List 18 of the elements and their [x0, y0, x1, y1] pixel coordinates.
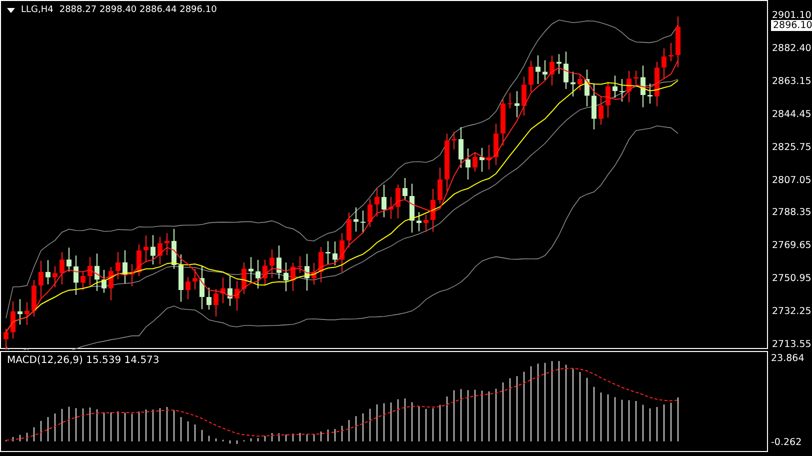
ohlc-values: 2888.27 2898.40 2886.44 2896.10 — [59, 5, 217, 15]
price-tick-label: 2882.40 — [772, 42, 812, 54]
price-tick-label: 2713.55 — [772, 339, 812, 350]
price-tick-label: 2844.45 — [772, 108, 812, 120]
macd-min-label: -0.262 — [771, 437, 803, 448]
macd-title: MACD(12,26,9) 15.539 14.573 — [7, 355, 160, 366]
dropdown-triangle-icon[interactable] — [7, 8, 15, 12]
price-tick-label: 2807.05 — [772, 174, 812, 186]
price-tick-label: 2732.25 — [772, 306, 812, 318]
price-tick-label: 2901.10 — [772, 10, 812, 21]
price-tick-label: 2825.75 — [772, 142, 812, 153]
symbol-label: LLG,H4 — [21, 5, 54, 15]
price-tick-label: 2863.15 — [772, 76, 812, 87]
price-tick-label: 2788.35 — [772, 207, 812, 218]
macd-max-label: 23.864 — [771, 353, 806, 364]
price-tick-label: 2769.65 — [772, 240, 812, 252]
current-price-label: 2896.10 — [771, 20, 812, 31]
price-tick-label: 2750.95 — [772, 273, 812, 284]
